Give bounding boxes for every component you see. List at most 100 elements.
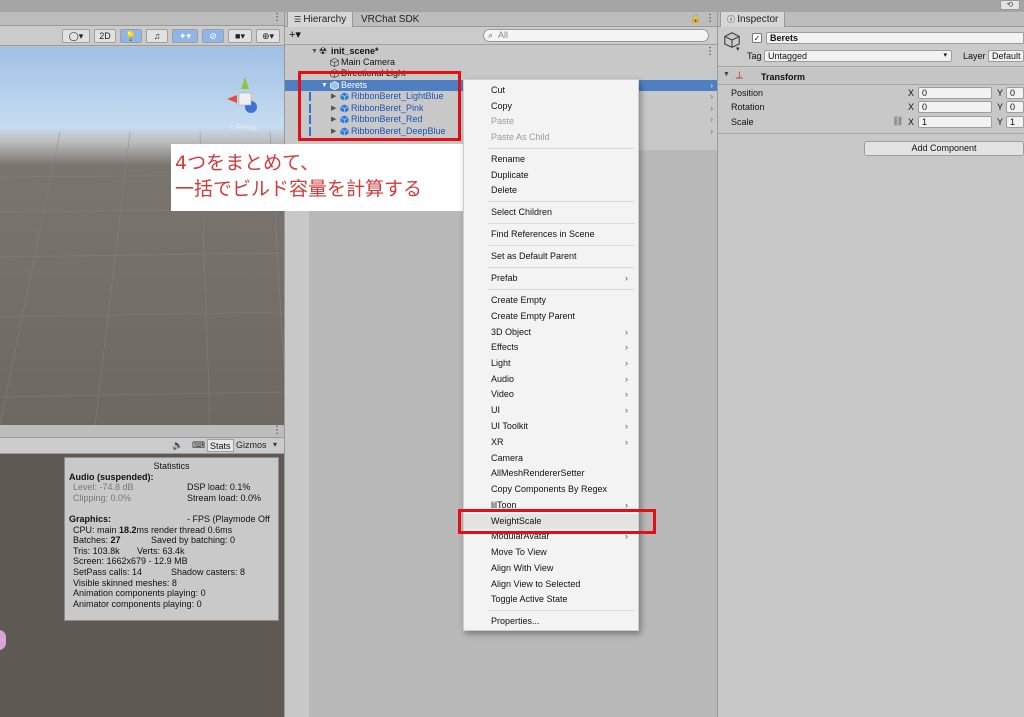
chevron-right-icon[interactable]: › bbox=[710, 80, 713, 91]
menu-separator bbox=[488, 223, 634, 224]
chevron-right-icon: › bbox=[625, 358, 628, 368]
menu-item-copy[interactable]: Copy bbox=[464, 99, 638, 114]
tab-inspector[interactable]: ⓘ Inspector bbox=[720, 12, 786, 27]
rotation-x-field[interactable]: 0 bbox=[918, 101, 992, 113]
search-input[interactable]: ⌕ All bbox=[483, 29, 709, 42]
menu-item-light[interactable]: Light › bbox=[464, 356, 638, 371]
chevron-right-icon[interactable]: › bbox=[710, 114, 713, 125]
menu-item-video[interactable]: Video › bbox=[464, 387, 638, 402]
menu-item-set-default-parent[interactable]: Set as Default Parent bbox=[464, 249, 638, 264]
unity-scene-icon: ☢ bbox=[319, 46, 328, 56]
tris-count: Tris: 103.8k bbox=[73, 545, 120, 556]
menu-item-xr[interactable]: XR › bbox=[464, 435, 638, 450]
avatar-partial-graphic bbox=[0, 630, 6, 650]
menu-item-delete[interactable]: Delete bbox=[464, 183, 638, 198]
scene-canvas[interactable]: < Persp bbox=[0, 47, 284, 425]
menu-item-ui-toolkit[interactable]: UI Toolkit › bbox=[464, 419, 638, 434]
chevron-down-icon: ▾ bbox=[943, 52, 947, 59]
lock-icon[interactable]: 🔒 bbox=[690, 13, 701, 24]
tab-inspector-label: Inspector bbox=[737, 14, 779, 25]
tab-hierarchy-label: Hierarchy bbox=[303, 14, 347, 25]
menu-item-effects[interactable]: Effects › bbox=[464, 340, 638, 355]
menu-item-select-children[interactable]: Select Children bbox=[464, 205, 638, 220]
gizmos-dropdown-icon[interactable]: ⊕▾ bbox=[256, 29, 280, 43]
object-name-field[interactable]: Berets bbox=[766, 32, 1024, 44]
menu-item-align-with-view[interactable]: Align With View bbox=[464, 561, 638, 576]
inspector-object-header: ▾ ✓ Berets Tag Untagged ▾ Layer Default bbox=[718, 27, 1024, 67]
menu-item-camera[interactable]: Camera bbox=[464, 451, 638, 466]
audio-toggle-icon[interactable]: ♫ bbox=[146, 29, 168, 43]
active-checkbox[interactable]: ✓ bbox=[752, 33, 762, 43]
menu-item-create-empty[interactable]: Create Empty bbox=[464, 293, 638, 308]
cpu-main-value: 18.2 bbox=[119, 524, 137, 535]
menu-item-properties[interactable]: Properties... bbox=[464, 614, 638, 629]
constrain-proportions-icon[interactable]: ⛓ bbox=[892, 116, 903, 127]
dsp-load: DSP load: 0.1% bbox=[187, 482, 251, 493]
tab-vrchat-sdk[interactable]: VRChat SDK bbox=[355, 12, 425, 27]
collapse-arrow-icon[interactable]: ▼ bbox=[723, 71, 730, 78]
menu-item-align-view-to-selected[interactable]: Align View to Selected bbox=[464, 577, 638, 592]
rotation-y-field[interactable]: 0 bbox=[1006, 101, 1024, 113]
camera-dropdown-icon[interactable]: ■▾ bbox=[228, 29, 252, 43]
axis-y-label: Y bbox=[997, 88, 1004, 98]
expand-arrow-icon[interactable]: ▼ bbox=[311, 46, 318, 57]
search-placeholder: All bbox=[498, 30, 509, 40]
position-y-field[interactable]: 0 bbox=[1006, 87, 1024, 99]
chevron-right-icon[interactable]: › bbox=[710, 126, 713, 137]
chevron-right-icon: › bbox=[625, 405, 628, 415]
chevron-right-icon[interactable]: › bbox=[710, 91, 713, 102]
scale-y-field[interactable]: 1 bbox=[1006, 116, 1024, 128]
tag-dropdown[interactable]: Untagged ▾ bbox=[764, 50, 952, 62]
menu-item-duplicate[interactable]: Duplicate bbox=[464, 168, 638, 183]
statistics-title: Statistics bbox=[153, 461, 190, 471]
tab-hierarchy[interactable]: ☰ Hierarchy bbox=[287, 12, 354, 27]
menu-item-3d-object[interactable]: 3D Object › bbox=[464, 325, 638, 340]
position-x-field[interactable]: 0 bbox=[918, 87, 992, 99]
effects-dropdown-icon[interactable]: ✦▾ bbox=[172, 29, 198, 43]
menu-item-ui[interactable]: UI › bbox=[464, 403, 638, 418]
kebab-menu-icon[interactable]: ⋮ bbox=[705, 13, 715, 25]
inspector-panel: ⓘ Inspector ▾ ✓ Berets Tag Untagged ▾ Lay… bbox=[718, 12, 1024, 717]
menu-item-rename[interactable]: Rename bbox=[464, 152, 638, 167]
scale-x-field[interactable]: 1 bbox=[918, 116, 992, 128]
mute-audio-icon[interactable]: 🔈 bbox=[172, 440, 183, 451]
add-object-dropdown[interactable]: +▾ bbox=[289, 29, 301, 42]
setpass-calls: SetPass calls: 14 bbox=[73, 566, 143, 577]
menu-item-cut[interactable]: Cut bbox=[464, 83, 638, 98]
stats-toggle-button[interactable]: Stats bbox=[207, 439, 234, 452]
batches-prefix: Batches: bbox=[73, 535, 111, 546]
menu-item-audio[interactable]: Audio › bbox=[464, 372, 638, 387]
chevron-down-icon[interactable]: ▾ bbox=[736, 45, 740, 53]
menu-item-move-to-view[interactable]: Move To View bbox=[464, 545, 638, 560]
kebab-menu-icon[interactable]: ⋮ bbox=[272, 12, 282, 24]
menu-item-prefab[interactable]: Prefab › bbox=[464, 271, 638, 286]
add-component-button[interactable]: Add Component bbox=[864, 141, 1024, 156]
menu-item-copy-components-by-regex[interactable]: Copy Components By Regex bbox=[464, 482, 638, 497]
menu-item-toggle-active-state[interactable]: Toggle Active State bbox=[464, 592, 638, 607]
visibility-toggle-icon[interactable]: ⊘ bbox=[202, 29, 224, 43]
tree-item-scene[interactable]: ▼ ☢ init_scene* ⋮ bbox=[285, 46, 717, 57]
history-icon[interactable]: ⟲ bbox=[1000, 0, 1020, 10]
2d-toggle-button[interactable]: 2D bbox=[94, 29, 116, 43]
transform-component-header[interactable]: ▼ ⟂ Transform bbox=[718, 69, 1024, 85]
chevron-down-icon[interactable]: ▾ bbox=[273, 440, 277, 449]
menu-item-create-empty-parent[interactable]: Create Empty Parent bbox=[464, 309, 638, 324]
layer-dropdown[interactable]: Default bbox=[988, 50, 1024, 62]
tree-item-main-camera[interactable]: Main Camera bbox=[285, 57, 717, 68]
stream-load: Stream load: 0.0% bbox=[187, 492, 262, 503]
keyboard-icon[interactable]: ⌨ bbox=[192, 440, 205, 451]
audio-level: Level: -74.8 dB bbox=[73, 482, 134, 493]
menu-item-allmeshrenderersetter[interactable]: AllMeshRendererSetter bbox=[464, 466, 638, 481]
menu-item-find-references[interactable]: Find References in Scene bbox=[464, 227, 638, 242]
menu-separator bbox=[488, 148, 634, 149]
hierarchy-tab-bar: ☰ Hierarchy VRChat SDK 🔒 ⋮ bbox=[285, 12, 717, 27]
tree-item-label: init_scene* bbox=[331, 46, 379, 56]
draw-mode-dropdown[interactable]: ◯▾ bbox=[62, 29, 90, 43]
projection-label[interactable]: < Persp bbox=[229, 123, 257, 132]
chevron-right-icon[interactable]: › bbox=[710, 103, 713, 114]
transform-axes-icon: ⟂ bbox=[736, 70, 743, 81]
kebab-menu-icon[interactable]: ⋮ bbox=[272, 425, 282, 437]
saved-by-batching: Saved by batching: 0 bbox=[151, 535, 236, 546]
lighting-toggle-icon[interactable]: 💡 bbox=[120, 29, 142, 43]
gizmos-toggle-button[interactable]: Gizmos bbox=[236, 440, 267, 450]
